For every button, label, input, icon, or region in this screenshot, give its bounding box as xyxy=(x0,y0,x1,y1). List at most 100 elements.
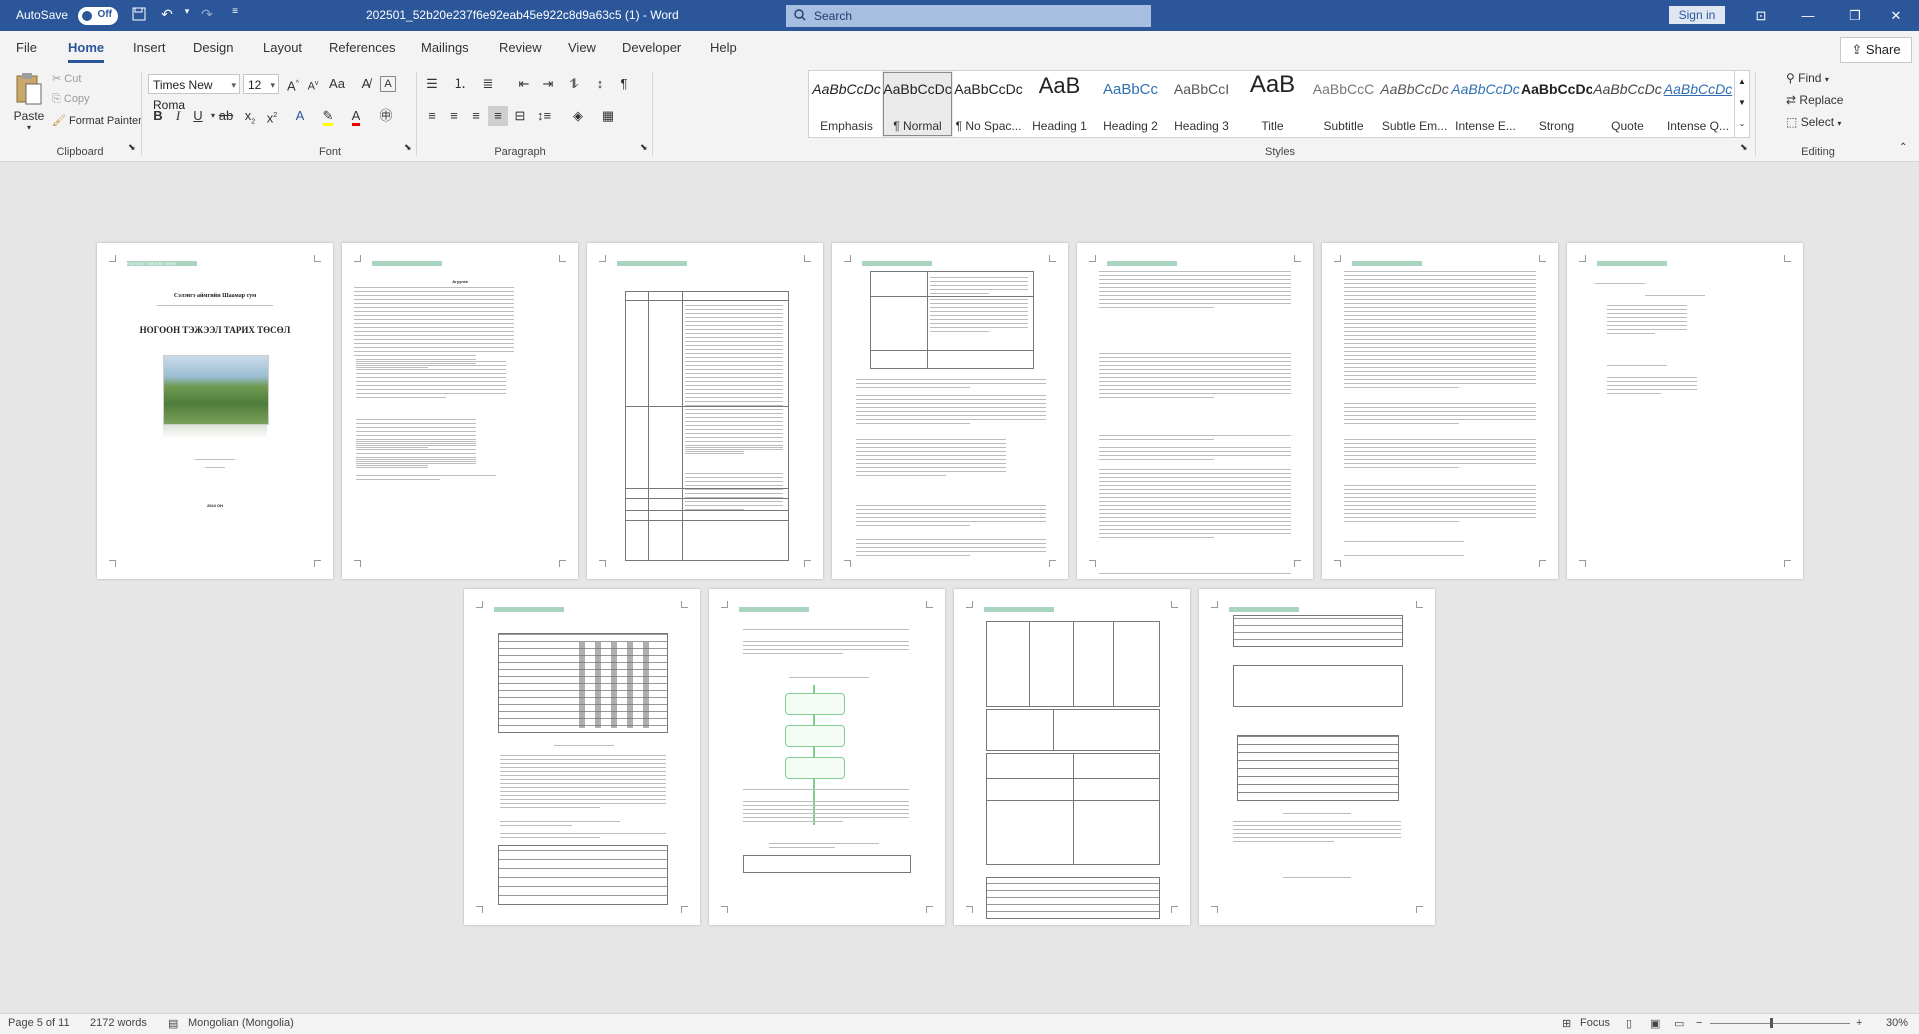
borders-icon[interactable]: ▦ xyxy=(598,106,618,126)
page-4[interactable] xyxy=(832,243,1068,579)
subscript-icon[interactable]: x2 xyxy=(240,106,260,126)
page-count[interactable]: Page 5 of 11 xyxy=(8,1017,70,1029)
word-count[interactable]: 2172 words xyxy=(90,1017,147,1029)
customize-qat-icon[interactable]: ≡ xyxy=(224,6,246,17)
superscript-icon[interactable]: x2 xyxy=(262,106,282,126)
sign-in-button[interactable]: Sign in xyxy=(1669,6,1725,24)
strikethrough-icon[interactable]: ab xyxy=(216,106,236,126)
clipboard-launcher-icon[interactable]: ⬊ xyxy=(128,142,136,153)
tab-developer[interactable]: Developer xyxy=(622,40,681,55)
style-intense-emphasis[interactable]: AaBbCcDc Intense E... xyxy=(1450,71,1521,137)
justify-icon[interactable]: ≡ xyxy=(488,106,508,126)
paste-button[interactable]: Paste ▾ xyxy=(12,72,46,132)
ribbon-display-options-icon[interactable]: ⊡ xyxy=(1738,0,1784,31)
style-quote[interactable]: AaBbCcDc Quote xyxy=(1592,71,1663,137)
line-spacing-icon[interactable]: ↕≡ xyxy=(534,106,554,126)
shrink-font-icon[interactable]: Av xyxy=(303,74,323,94)
page-1[interactable]: НОГООН ТЭЖЭЭЛ ТАРИХ Сэлэнгэ аймгийн Шаам… xyxy=(97,243,333,579)
style-emphasis[interactable]: AaBbCcDc Emphasis xyxy=(811,71,882,137)
style-subtitle[interactable]: AaBbCcC Subtitle xyxy=(1308,71,1379,137)
search-box[interactable]: Search xyxy=(786,5,1151,27)
tab-insert[interactable]: Insert xyxy=(133,40,166,55)
tab-layout[interactable]: Layout xyxy=(263,40,302,55)
styles-launcher-icon[interactable]: ⬊ xyxy=(1740,142,1748,153)
clear-formatting-icon[interactable]: A̸ xyxy=(356,74,376,94)
page-2[interactable]: Агуулга xyxy=(342,243,578,579)
enclose-characters-icon[interactable]: ㊥ xyxy=(376,106,396,126)
save-icon[interactable] xyxy=(128,7,150,24)
font-size-combo[interactable]: 12 ▾ xyxy=(243,74,279,94)
zoom-slider-thumb[interactable] xyxy=(1770,1018,1773,1028)
align-center-icon[interactable]: ≡ xyxy=(444,106,464,126)
find-button[interactable]: ⚲ Find ▾ xyxy=(1786,71,1829,85)
grow-font-icon[interactable]: A^ xyxy=(283,74,303,94)
distributed-icon[interactable]: ⊟ xyxy=(510,106,530,126)
page-9[interactable] xyxy=(709,589,945,925)
document-canvas[interactable]: НОГООН ТЭЖЭЭЛ ТАРИХ Сэлэнгэ аймгийн Шаам… xyxy=(0,161,1919,1013)
page-8[interactable] xyxy=(464,589,700,925)
change-case-icon[interactable]: Aa xyxy=(327,74,347,94)
tab-help[interactable]: Help xyxy=(710,40,737,55)
tab-home[interactable]: Home xyxy=(68,40,105,63)
style-intense-quote[interactable]: AaBbCcDc Intense Q... xyxy=(1663,71,1733,137)
sort-icon[interactable]: ↕ xyxy=(590,74,610,94)
text-effects-icon[interactable]: A xyxy=(290,106,310,126)
share-button[interactable]: ⇪ Share xyxy=(1840,37,1912,63)
style-subtle-emphasis[interactable]: AaBbCcDc Subtle Em... xyxy=(1379,71,1450,137)
styles-scroll[interactable]: ▲ ▼ ⌄ xyxy=(1734,71,1749,137)
print-layout-icon[interactable]: ▣ xyxy=(1650,1017,1660,1030)
select-button[interactable]: ⬚ Select ▾ xyxy=(1786,115,1841,129)
style-heading-1[interactable]: AaB Heading 1 xyxy=(1024,71,1095,137)
zoom-in-icon[interactable]: + xyxy=(1856,1017,1862,1029)
font-launcher-icon[interactable]: ⬊ xyxy=(404,142,412,153)
tab-mailings[interactable]: Mailings xyxy=(421,40,469,55)
increase-indent-icon[interactable]: ⇥ xyxy=(538,74,558,94)
paragraph-launcher-icon[interactable]: ⬊ xyxy=(640,142,648,153)
copy-button[interactable]: ⎘ Copy xyxy=(52,93,90,106)
undo-icon[interactable]: ↶ xyxy=(156,6,178,23)
decrease-indent-icon[interactable]: ⇤ xyxy=(514,74,534,94)
shading-icon[interactable]: ◈ xyxy=(568,106,588,126)
maximize-icon[interactable]: ❐ xyxy=(1832,0,1878,31)
numbering-icon[interactable]: ⒈ xyxy=(450,74,470,94)
style-title[interactable]: AaB Title xyxy=(1237,71,1308,137)
focus-icon[interactable]: ⊞ xyxy=(1562,1017,1571,1030)
align-left-icon[interactable]: ≡ xyxy=(422,106,442,126)
italic-icon[interactable]: I xyxy=(168,106,188,126)
focus-label[interactable]: Focus xyxy=(1580,1017,1610,1029)
page-11[interactable] xyxy=(1199,589,1435,925)
tab-design[interactable]: Design xyxy=(193,40,233,55)
page-3[interactable] xyxy=(587,243,823,579)
cut-button[interactable]: ✂ Cut xyxy=(52,72,81,85)
character-border-icon[interactable]: A xyxy=(380,76,396,92)
style-no-spacing[interactable]: AaBbCcDc ¶ No Spac... xyxy=(953,71,1024,137)
replace-button[interactable]: ⇄ Replace xyxy=(1786,93,1843,107)
align-right-icon[interactable]: ≡ xyxy=(466,106,486,126)
page-10[interactable] xyxy=(954,589,1190,925)
tab-review[interactable]: Review xyxy=(499,40,542,55)
tab-view[interactable]: View xyxy=(568,40,596,55)
web-layout-icon[interactable]: ▭ xyxy=(1674,1017,1684,1030)
language-indicator[interactable]: Mongolian (Mongolia) xyxy=(188,1017,294,1029)
bullets-icon[interactable]: ☰ xyxy=(422,74,442,94)
redo-icon[interactable]: ↷ xyxy=(196,6,218,23)
collapse-ribbon-icon[interactable]: ⌃ xyxy=(1899,142,1907,153)
style-strong[interactable]: AaBbCcDc Strong xyxy=(1521,71,1592,137)
minimize-icon[interactable]: — xyxy=(1785,0,1831,31)
format-painter-button[interactable]: 🖌 Format Painter xyxy=(52,114,142,127)
read-mode-icon[interactable]: ▯ xyxy=(1626,1017,1632,1030)
page-6[interactable] xyxy=(1322,243,1558,579)
multilevel-list-icon[interactable]: ≣ xyxy=(478,74,498,94)
proofing-icon[interactable]: ▤ xyxy=(168,1017,178,1030)
style-heading-2[interactable]: AaBbCc Heading 2 xyxy=(1095,71,1166,137)
style-heading-3[interactable]: AaBbCcI Heading 3 xyxy=(1166,71,1237,137)
mongolian-text-icon[interactable]: ⥮ xyxy=(564,74,584,94)
font-color-icon[interactable]: A xyxy=(346,106,366,126)
page-7[interactable] xyxy=(1567,243,1803,579)
tab-file[interactable]: File xyxy=(16,40,37,55)
bold-icon[interactable]: B xyxy=(148,106,168,126)
close-icon[interactable]: ✕ xyxy=(1873,0,1919,31)
tab-references[interactable]: References xyxy=(329,40,395,55)
zoom-out-icon[interactable]: − xyxy=(1696,1017,1702,1029)
style-normal[interactable]: AaBbCcDc ¶ Normal xyxy=(882,71,953,137)
